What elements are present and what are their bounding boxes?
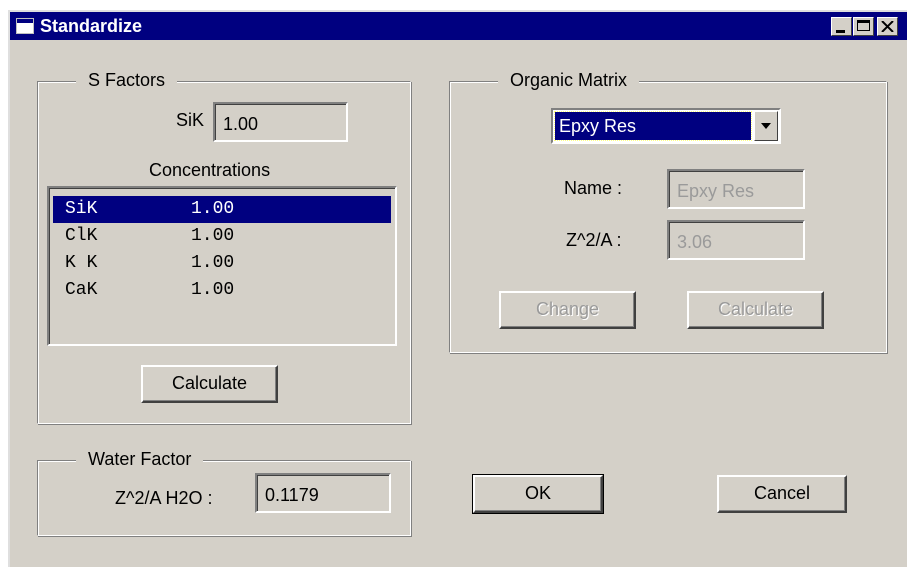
change-button[interactable]: Change <box>499 291 636 329</box>
water-factor-field[interactable]: 0.1179 <box>255 473 391 513</box>
element-value: 1.00 <box>191 199 235 219</box>
water-z2a-label: Z^2/A H2O : <box>115 488 213 508</box>
concentrations-label: Concentrations <box>149 160 271 180</box>
element-name: CaK <box>65 280 98 300</box>
window-icon[interactable] <box>16 18 34 34</box>
organic-matrix-legend: Organic Matrix <box>498 70 640 91</box>
name-field[interactable]: Epxy Res <box>667 169 805 209</box>
name-label: Name : <box>564 178 623 198</box>
list-item[interactable]: SiK 1.00 <box>53 196 391 223</box>
ok-button[interactable]: OK <box>472 474 604 514</box>
z2a-field[interactable]: 3.06 <box>667 220 805 260</box>
title-bar[interactable]: Standardize <box>10 12 907 40</box>
sik-field[interactable]: 1.00 <box>213 102 348 142</box>
z2a-label: Z^2/A : <box>566 230 622 250</box>
s-factors-calculate-button[interactable]: Calculate <box>141 365 278 403</box>
close-icon <box>881 21 894 32</box>
dropdown-arrow-icon[interactable] <box>754 111 778 141</box>
element-value: 1.00 <box>191 226 235 246</box>
list-item[interactable]: K K 1.00 <box>53 250 391 277</box>
element-value: 1.00 <box>191 253 235 273</box>
element-value: 1.00 <box>191 280 235 300</box>
list-item[interactable]: ClK 1.00 <box>53 223 391 250</box>
standardize-dialog: Standardize S Factors SiK 1.00 Concentra… <box>8 10 907 567</box>
s-factors-legend: S Factors <box>76 70 178 91</box>
cancel-button[interactable]: Cancel <box>717 475 847 513</box>
element-name: SiK <box>65 199 98 219</box>
organic-matrix-select[interactable]: Epxy Res <box>551 108 781 144</box>
selected-option: Epxy Res <box>554 111 752 141</box>
water-factor-legend: Water Factor <box>76 449 204 470</box>
window-title: Standardize <box>40 16 143 36</box>
element-name: K K <box>65 253 98 273</box>
close-button[interactable] <box>877 17 898 36</box>
sik-label: SiK <box>176 110 205 130</box>
list-item[interactable]: CaK 1.00 <box>53 277 391 304</box>
maximize-button[interactable] <box>853 17 874 36</box>
organic-calculate-button[interactable]: Calculate <box>687 291 824 329</box>
concentrations-list[interactable]: SiK 1.00 ClK 1.00 K K 1.00 CaK 1.00 <box>47 186 397 346</box>
element-name: ClK <box>65 226 98 246</box>
minimize-button[interactable] <box>831 17 852 36</box>
